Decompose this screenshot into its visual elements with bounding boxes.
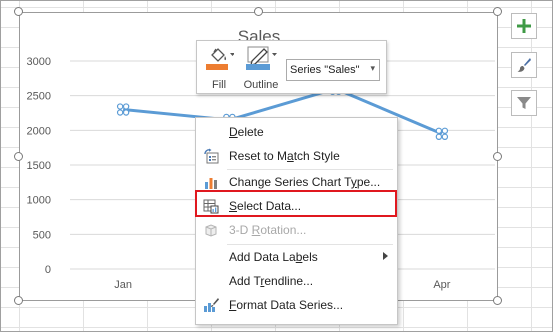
menu-item-delete[interactable]: Delete bbox=[197, 121, 396, 143]
menu-item-delete-label: Delete bbox=[229, 125, 264, 139]
menu-item-reset-style[interactable]: Reset to Match Style bbox=[197, 145, 396, 167]
chart-elements-button[interactable] bbox=[511, 13, 537, 39]
menu-item-add-trendline[interactable]: Add Trendline... bbox=[197, 270, 396, 292]
paint-bucket-icon bbox=[206, 48, 234, 70]
pen-icon bbox=[246, 46, 277, 70]
resize-handle-bottom-right[interactable] bbox=[493, 296, 502, 305]
menu-separator bbox=[227, 244, 393, 245]
menu-item-change-chart-type-label: Change Series Chart Type... bbox=[229, 175, 381, 189]
menu-separator bbox=[227, 169, 393, 170]
fill-button[interactable]: Fill bbox=[201, 45, 237, 91]
chart-type-icon bbox=[205, 178, 217, 189]
select-data-icon bbox=[203, 199, 219, 214]
x-tick-label: Jan bbox=[114, 279, 132, 291]
menu-item-add-data-labels[interactable]: Add Data Labels bbox=[197, 246, 396, 268]
menu-item-add-data-labels-label: Add Data Labels bbox=[229, 250, 318, 264]
format-series-icon bbox=[204, 298, 219, 312]
paintbrush-icon bbox=[517, 58, 531, 72]
y-tick-label: 2500 bbox=[27, 91, 51, 103]
series-selector-value: Series "Sales" bbox=[290, 64, 360, 76]
menu-item-select-data-label: Select Data... bbox=[229, 199, 302, 213]
outline-label: Outline bbox=[243, 79, 279, 91]
series-selector-dropdown[interactable]: Series "Sales" ▾ bbox=[286, 59, 380, 81]
menu-item-format-data-series-label: Format Data Series... bbox=[229, 298, 344, 312]
y-tick-label: 2000 bbox=[27, 125, 51, 137]
format-mini-toolbar: Fill Outline Series "Sales" ▾ bbox=[196, 40, 387, 94]
y-tick-label: 1500 bbox=[27, 160, 51, 172]
resize-handle-bottom-left[interactable] bbox=[14, 296, 23, 305]
x-tick-label: Apr bbox=[433, 279, 450, 291]
y-tick-label: 3000 bbox=[27, 56, 51, 68]
cube-icon bbox=[205, 224, 217, 237]
context-menu: Delete Reset to Match Style Change Serie… bbox=[195, 117, 398, 325]
funnel-icon bbox=[517, 97, 531, 109]
resize-handle-middle-left[interactable] bbox=[14, 152, 23, 161]
outline-button[interactable]: Outline bbox=[241, 45, 281, 91]
submenu-arrow-icon bbox=[383, 252, 388, 260]
menu-item-add-trendline-label: Add Trendline... bbox=[229, 274, 314, 288]
menu-item-reset-style-label: Reset to Match Style bbox=[229, 149, 340, 163]
fill-label: Fill bbox=[211, 79, 227, 91]
chart-styles-button[interactable] bbox=[511, 52, 537, 78]
menu-item-format-data-series[interactable]: Format Data Series... bbox=[197, 294, 396, 316]
reset-style-icon bbox=[204, 148, 219, 164]
resize-handle-top-center[interactable] bbox=[254, 7, 263, 16]
menu-item-3d-rotation: 3-D Rotation... bbox=[197, 219, 396, 241]
resize-handle-top-left[interactable] bbox=[14, 7, 23, 16]
chart-filters-button[interactable] bbox=[511, 90, 537, 116]
chevron-down-icon[interactable]: ▾ bbox=[370, 63, 375, 74]
menu-item-select-data[interactable]: Select Data... bbox=[197, 195, 396, 217]
resize-handle-middle-right[interactable] bbox=[493, 152, 502, 161]
menu-item-change-chart-type[interactable]: Change Series Chart Type... bbox=[197, 171, 396, 193]
y-tick-label: 500 bbox=[33, 229, 51, 241]
y-tick-label: 0 bbox=[45, 264, 51, 276]
plus-icon bbox=[517, 19, 531, 33]
y-tick-label: 1000 bbox=[27, 195, 51, 207]
menu-item-3d-rotation-label: 3-D Rotation... bbox=[229, 223, 307, 237]
resize-handle-top-right[interactable] bbox=[493, 7, 502, 16]
